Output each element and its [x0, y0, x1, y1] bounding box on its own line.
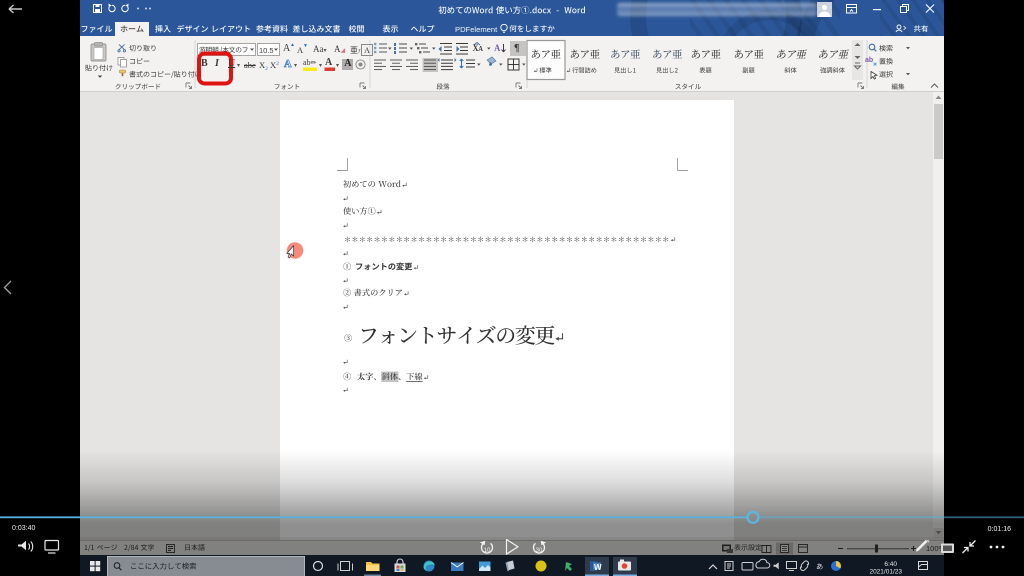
svg-text:30: 30: [536, 548, 543, 554]
svg-text:0:03:40: 0:03:40: [12, 525, 35, 532]
svg-text:6:40: 6:40: [884, 561, 897, 568]
svg-text:2021/01/23: 2021/01/23: [869, 569, 902, 576]
svg-text:0:01:16: 0:01:16: [988, 526, 1011, 533]
svg-text:10: 10: [484, 548, 491, 554]
svg-text:W: W: [594, 563, 602, 572]
